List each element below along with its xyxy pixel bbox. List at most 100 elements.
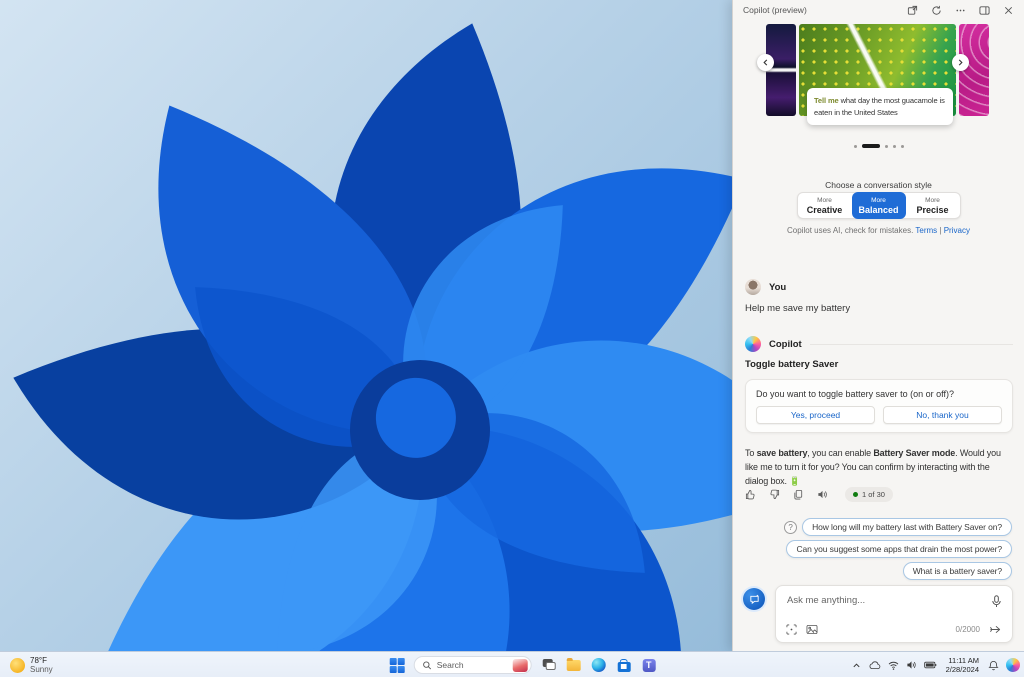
- suggestion-info-icon[interactable]: ?: [784, 521, 797, 534]
- weather-widget[interactable]: 78°F Sunny: [6, 652, 57, 677]
- teams-icon: T: [642, 659, 655, 672]
- user-message-text: Help me save my battery: [745, 303, 1013, 314]
- composer-bottom-bar: 0/2000: [786, 624, 1002, 635]
- chevron-right-icon: [957, 59, 964, 66]
- file-explorer-button[interactable]: [566, 657, 582, 673]
- feedback-toolbar: 1 of 30: [745, 487, 893, 502]
- taskbar-search-box[interactable]: Search: [414, 656, 532, 674]
- edge-icon: [592, 658, 606, 672]
- style-name-label: Balanced: [858, 205, 898, 215]
- carousel-pagination: [733, 144, 1024, 148]
- privacy-link[interactable]: Privacy: [944, 226, 970, 235]
- send-icon[interactable]: [989, 624, 1002, 635]
- dialog-question: Do you want to toggle battery saver to (…: [756, 389, 1002, 399]
- store-bag-icon: [617, 662, 630, 672]
- skill-title: Toggle battery Saver: [745, 359, 838, 370]
- desktop-wallpaper[interactable]: [0, 0, 732, 651]
- copy-icon[interactable]: [793, 489, 804, 500]
- weather-condition: Sunny: [30, 665, 53, 674]
- notification-bell-icon[interactable]: [988, 660, 999, 671]
- thumbs-down-icon[interactable]: [769, 489, 780, 500]
- refresh-icon[interactable]: [931, 5, 942, 16]
- copilot-panel: Copilot (preview) Tell me what day the m…: [732, 0, 1024, 651]
- taskbar-center-icons: Search T: [389, 652, 657, 677]
- chevron-up-icon[interactable]: [852, 661, 861, 670]
- onedrive-cloud-icon[interactable]: [868, 661, 881, 670]
- microphone-icon[interactable]: [991, 595, 1002, 608]
- teams-button[interactable]: T: [641, 657, 657, 673]
- panel-header: Copilot (preview): [733, 0, 1024, 20]
- carousel-dot-4[interactable]: [893, 145, 896, 148]
- prompt-highlight: Tell me: [814, 96, 839, 105]
- message-divider: [810, 344, 1013, 345]
- sun-icon: [10, 658, 25, 673]
- carousel-dot-2-active[interactable]: [862, 144, 880, 148]
- ask-input[interactable]: [787, 595, 977, 606]
- more-options-icon[interactable]: [955, 5, 966, 16]
- no-thank-you-button[interactable]: No, thank you: [883, 406, 1002, 424]
- style-option-balanced-selected[interactable]: More Balanced: [852, 192, 906, 219]
- clock-time: 11:11 AM: [948, 656, 979, 665]
- folder-icon: [567, 660, 581, 671]
- suggestion-chip-1[interactable]: How long will my battery last with Batte…: [802, 518, 1012, 536]
- user-avatar: [745, 279, 761, 295]
- screen: Copilot (preview) Tell me what day the m…: [0, 0, 1024, 677]
- carousel-next-button[interactable]: [952, 54, 969, 71]
- clock[interactable]: 11:11 AM 2/28/2024: [944, 656, 981, 674]
- start-button[interactable]: [389, 657, 405, 673]
- style-chooser-heading: Choose a conversation style: [733, 180, 1024, 190]
- battery-saver-dialog-card: Do you want to toggle battery saver to (…: [745, 379, 1013, 433]
- taskbar: 78°F Sunny Search T: [0, 651, 1024, 677]
- suggestion-chip-2[interactable]: Can you suggest some apps that drain the…: [786, 540, 1012, 558]
- volume-icon[interactable]: [906, 660, 917, 670]
- thumbs-up-icon[interactable]: [745, 489, 756, 500]
- search-highlight-image: [513, 659, 528, 672]
- bloom-flower-graphic: [0, 0, 732, 651]
- style-more-label: More: [871, 197, 886, 205]
- carousel-dot-5[interactable]: [901, 145, 904, 148]
- open-in-new-window-icon[interactable]: [907, 5, 918, 16]
- ai-disclaimer: Copilot uses AI, check for mistakes. Ter…: [733, 226, 1024, 235]
- answer-bold-segment: save battery: [757, 448, 808, 458]
- style-more-label: More: [925, 197, 940, 205]
- terms-link[interactable]: Terms: [915, 226, 937, 235]
- panel-header-icons: [907, 5, 1014, 16]
- chevron-left-icon: [762, 59, 769, 66]
- new-topic-button[interactable]: [743, 588, 765, 610]
- read-aloud-icon[interactable]: [817, 489, 828, 500]
- carousel-dot-1[interactable]: [854, 145, 857, 148]
- style-option-precise[interactable]: More Precise: [906, 193, 960, 218]
- new-topic-icon: [749, 594, 760, 605]
- copilot-answer-text: To save battery, you can enable Battery …: [745, 446, 1013, 488]
- carousel-dot-3[interactable]: [885, 145, 888, 148]
- suggestion-row-3: What is a battery saver?: [903, 562, 1012, 580]
- panel-title: Copilot (preview): [743, 5, 807, 15]
- carousel-prev-button[interactable]: [757, 54, 774, 71]
- copilot-taskbar-icon[interactable]: [1006, 658, 1020, 672]
- add-image-icon[interactable]: [806, 624, 818, 635]
- microsoft-store-button[interactable]: [616, 657, 632, 673]
- counter-text: 1 of 30: [862, 490, 885, 499]
- windows-logo-icon: [389, 658, 404, 673]
- screenshot-icon[interactable]: [786, 624, 797, 635]
- wifi-icon[interactable]: [888, 661, 899, 670]
- disclaimer-text: Copilot uses AI, check for mistakes.: [787, 226, 913, 235]
- style-more-label: More: [817, 197, 832, 205]
- copilot-avatar: [745, 336, 761, 352]
- copilot-name: Copilot: [769, 339, 802, 350]
- copilot-message-header: Copilot: [745, 336, 1013, 352]
- carousel-prompt-card[interactable]: Tell me what day the most guacamole is e…: [807, 88, 953, 125]
- suggestion-chip-3[interactable]: What is a battery saver?: [903, 562, 1012, 580]
- answer-bold-segment: Battery Saver mode: [873, 448, 955, 458]
- answer-segment: , you can enable: [807, 448, 873, 458]
- carousel-prev-slide-thumbnail[interactable]: [766, 24, 796, 116]
- style-name-label: Creative: [807, 205, 843, 215]
- battery-icon[interactable]: [924, 661, 937, 669]
- close-icon[interactable]: [1003, 5, 1014, 16]
- task-view-button[interactable]: [541, 657, 557, 673]
- style-option-creative[interactable]: More Creative: [798, 193, 852, 218]
- edge-browser-button[interactable]: [591, 657, 607, 673]
- sidebar-layout-icon[interactable]: [979, 5, 990, 16]
- yes-proceed-button[interactable]: Yes, proceed: [756, 406, 875, 424]
- char-counter: 0/2000: [956, 625, 980, 634]
